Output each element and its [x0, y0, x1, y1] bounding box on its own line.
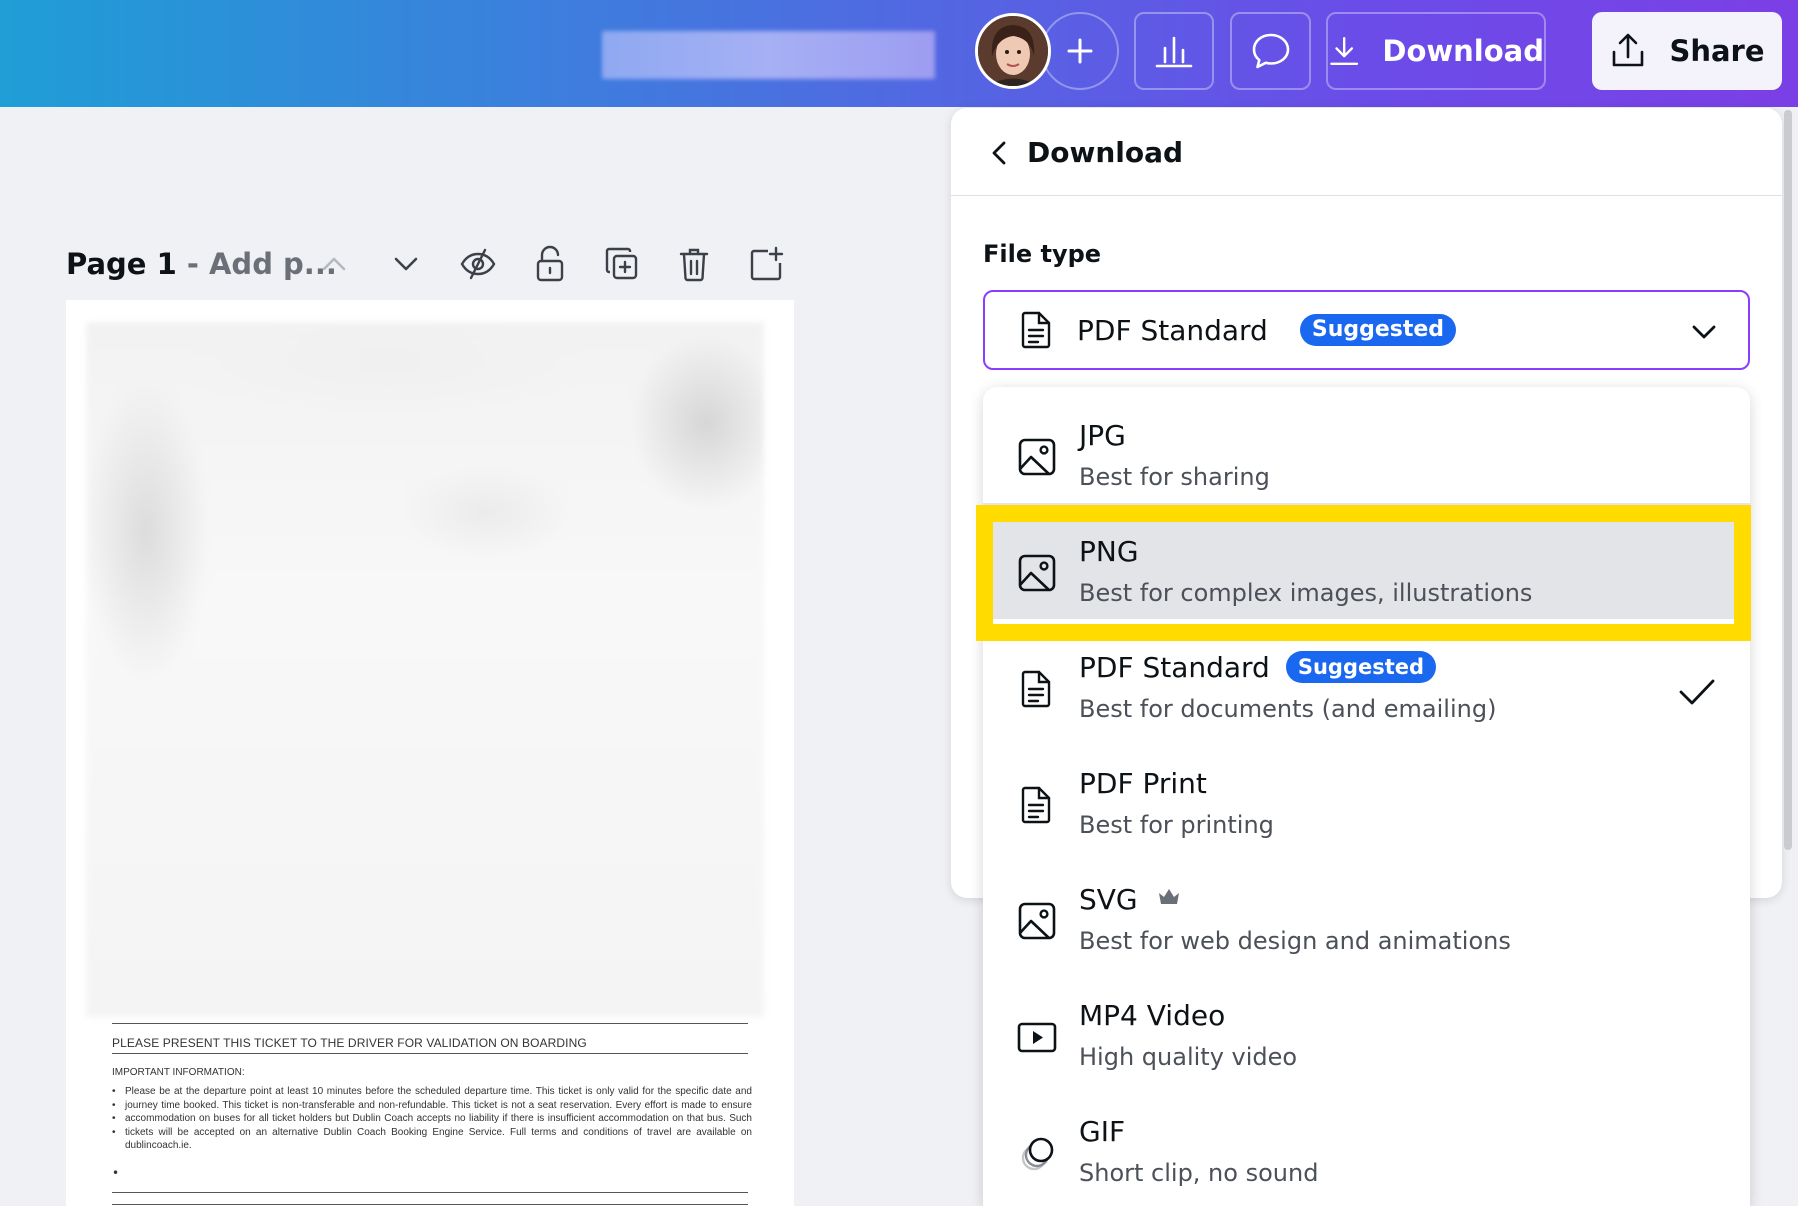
important-info-body: Please be at the departure point at leas…	[125, 1086, 752, 1152]
image-icon	[1018, 902, 1056, 940]
move-page-down-button[interactable]	[384, 242, 428, 286]
file-type-option-gif[interactable]: GIF Short clip, no sound	[983, 1083, 1750, 1199]
add-collaborator-button[interactable]	[1041, 12, 1119, 90]
option-description: Short clip, no sound	[1079, 1159, 1319, 1187]
download-icon	[1330, 37, 1359, 65]
duplicate-page-button[interactable]	[600, 242, 644, 286]
page-number: Page 1	[66, 247, 177, 281]
crown-icon	[1158, 889, 1179, 904]
gif-icon	[1021, 1137, 1054, 1171]
panel-scrollbar[interactable]	[1784, 110, 1792, 850]
option-name: PDF Print	[1079, 767, 1207, 800]
chevron-down-icon	[394, 257, 418, 271]
option-name-row: SVG	[1079, 883, 1181, 916]
file-type-option-svg[interactable]: SVG Best for web design and animations	[983, 851, 1750, 967]
important-info-label: IMPORTANT INFORMATION:	[112, 1067, 245, 1078]
avatar-image	[978, 16, 1048, 86]
delete-page-button[interactable]	[672, 242, 716, 286]
option-name: MP4 Video	[1079, 999, 1226, 1032]
design-page[interactable]: PLEASE PRESENT THIS TICKET TO THE DRIVER…	[66, 300, 794, 1206]
comments-button[interactable]	[1230, 12, 1311, 90]
divider	[112, 1204, 748, 1205]
unlock-icon	[536, 245, 564, 282]
design-title-blurred[interactable]	[602, 31, 935, 79]
image-icon	[1018, 438, 1056, 476]
lock-page-button[interactable]	[528, 242, 572, 286]
comment-icon	[1252, 33, 1289, 69]
divider	[112, 1053, 748, 1054]
option-description: Best for documents (and emailing)	[1079, 695, 1497, 723]
document-icon	[1021, 311, 1051, 349]
option-name: JPG	[1079, 419, 1126, 452]
trash-icon	[679, 248, 709, 282]
bullet: •	[112, 1113, 116, 1125]
video-icon	[1017, 1022, 1057, 1053]
download-button-label: Download	[1382, 34, 1544, 68]
chevron-down-icon	[1692, 325, 1716, 339]
file-type-option-jpg[interactable]: JPG Best for sharing	[983, 387, 1750, 503]
checkmark-icon	[1679, 679, 1715, 705]
option-name-row: PDF Standard Suggested	[1079, 651, 1437, 684]
hide-page-button[interactable]	[456, 242, 500, 286]
download-panel-header: Download	[951, 108, 1782, 196]
insights-button[interactable]	[1134, 12, 1214, 90]
bullet: •	[112, 1086, 116, 1097]
move-page-up-button[interactable]	[312, 242, 356, 286]
eye-hidden-icon	[460, 248, 496, 280]
option-description: Best for web design and animations	[1079, 927, 1511, 955]
divider	[112, 1192, 748, 1193]
user-avatar[interactable]	[975, 13, 1051, 89]
divider	[112, 1023, 748, 1024]
file-type-label: File type	[983, 240, 1102, 268]
top-bar: Download Share	[0, 0, 1798, 107]
important-info-text: • • • • Please be at the departure point…	[112, 1085, 752, 1153]
share-icon	[1613, 33, 1644, 67]
file-type-select[interactable]: PDF Standard Suggested	[983, 290, 1750, 370]
bullet: •	[112, 1099, 116, 1111]
option-description: Best for printing	[1079, 811, 1274, 839]
insights-icon	[1155, 36, 1193, 68]
bullet: •	[112, 1166, 120, 1180]
page-title[interactable]: Page 1 - Add p...	[66, 247, 337, 281]
selected-file-type: PDF Standard	[1077, 313, 1268, 347]
add-page-icon	[750, 246, 784, 281]
ticket-heading: PLEASE PRESENT THIS TICKET TO THE DRIVER…	[112, 1036, 587, 1050]
suggested-badge: Suggested	[1299, 314, 1457, 346]
add-page-button[interactable]	[744, 242, 788, 286]
option-description: High quality video	[1079, 1043, 1298, 1071]
bullet: •	[112, 1126, 116, 1138]
document-icon	[1021, 670, 1051, 708]
duplicate-icon	[605, 247, 638, 280]
blurred-ticket-image	[86, 322, 764, 1017]
file-type-option-mp4[interactable]: MP4 Video High quality video	[983, 967, 1750, 1083]
option-name: SVG	[1079, 883, 1138, 916]
download-panel-title: Download	[1027, 136, 1184, 169]
suggested-badge: Suggested	[1285, 651, 1437, 683]
png-highlight-annotation	[976, 505, 1751, 641]
option-name: PDF Standard	[1079, 651, 1270, 684]
option-description: Best for sharing	[1079, 463, 1270, 491]
share-button-label: Share	[1669, 34, 1765, 68]
share-button[interactable]: Share	[1592, 12, 1782, 90]
plus-icon	[1067, 38, 1093, 64]
document-icon	[1021, 786, 1051, 824]
chevron-up-icon	[322, 257, 346, 271]
download-button[interactable]: Download	[1326, 12, 1546, 90]
file-type-option-pdf-print[interactable]: PDF Print Best for printing	[983, 735, 1750, 851]
back-chevron-icon[interactable]	[987, 140, 1013, 166]
option-name: GIF	[1079, 1115, 1126, 1148]
